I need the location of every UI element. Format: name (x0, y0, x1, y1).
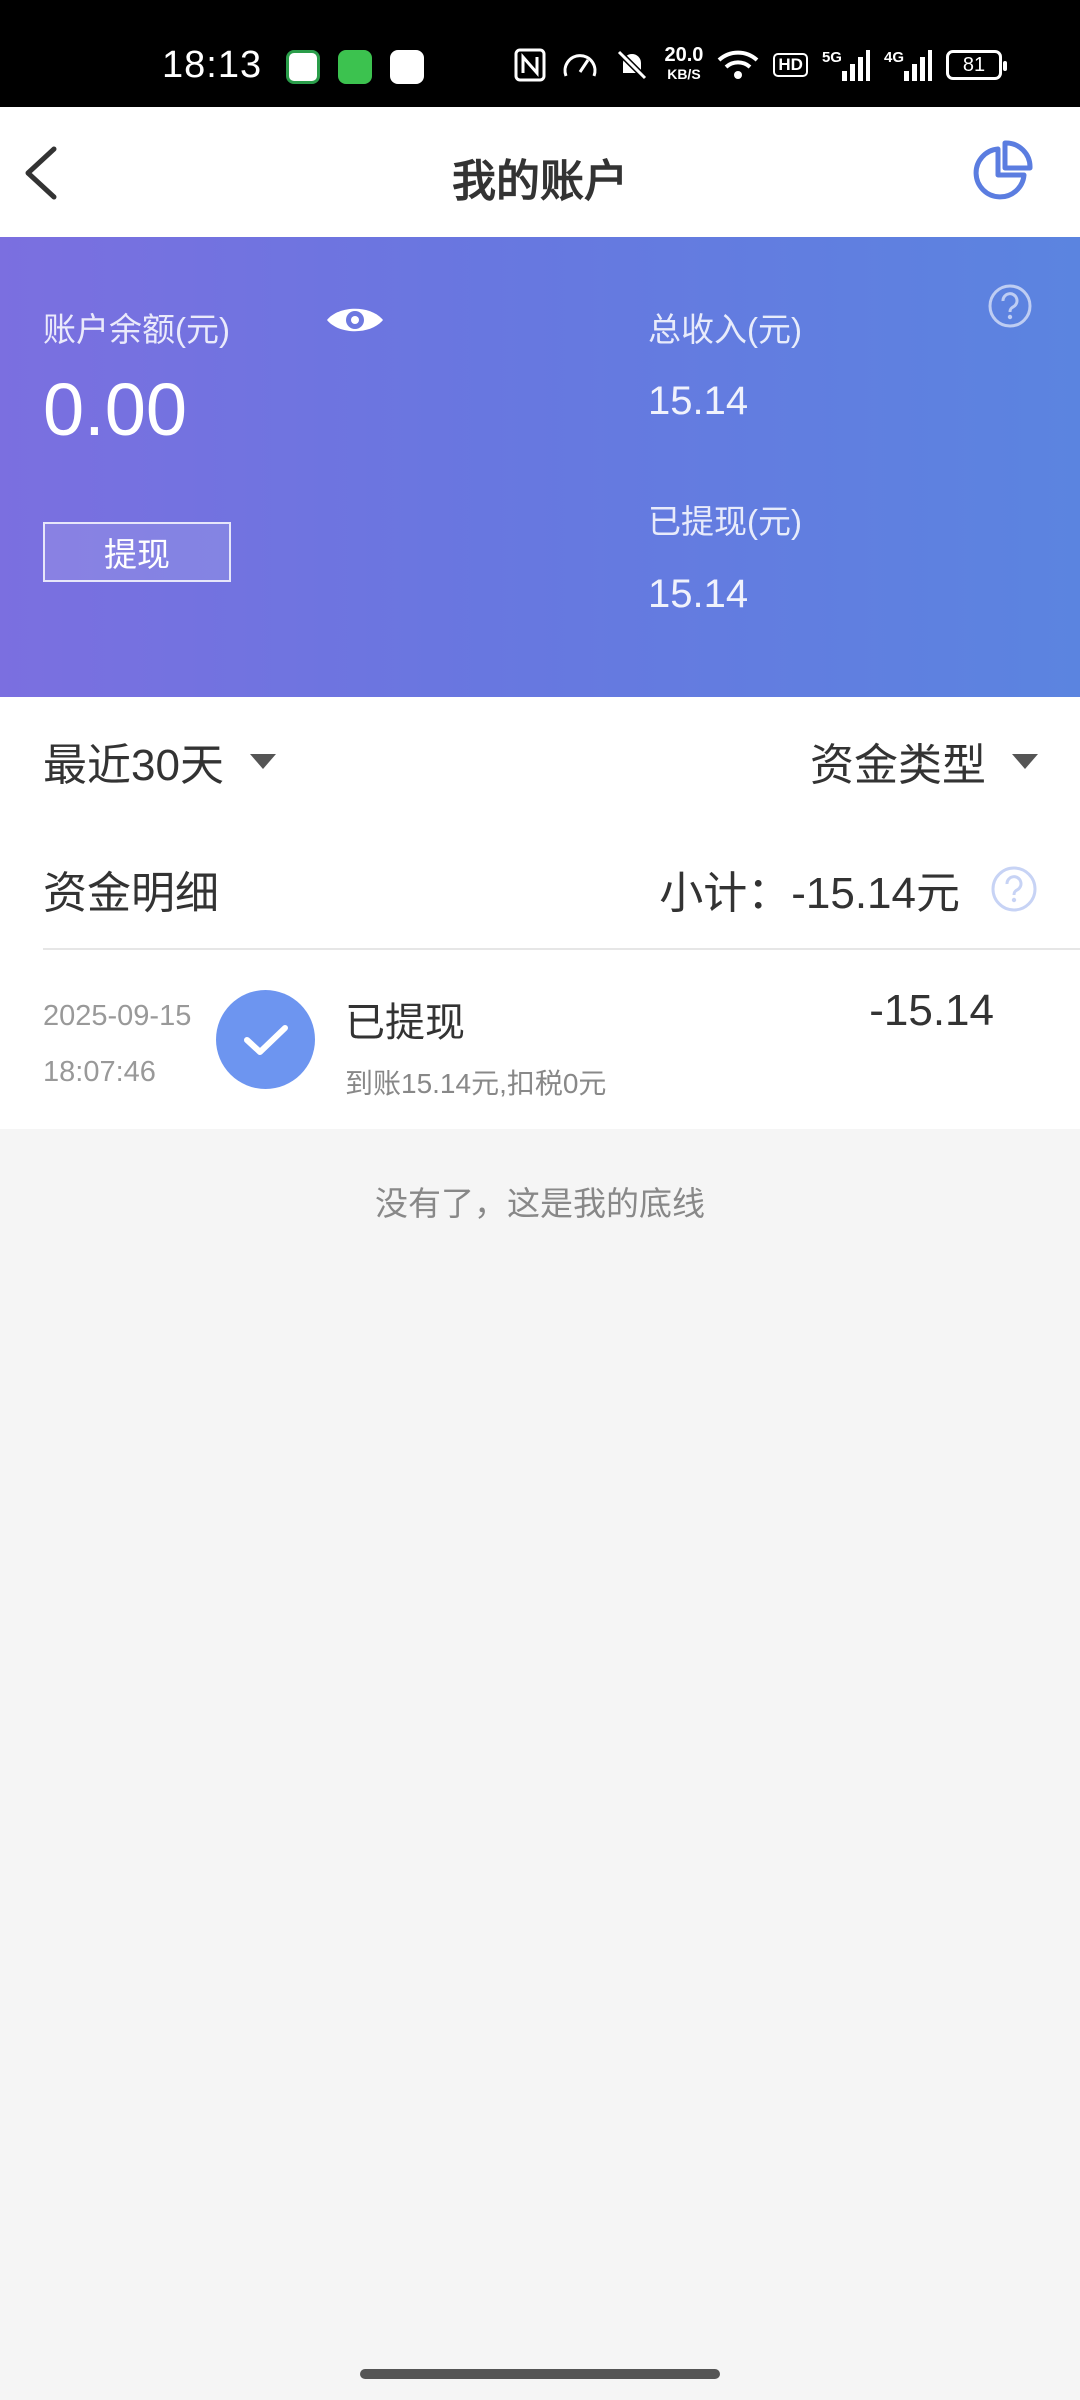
app-notification-icon (286, 50, 320, 84)
page-title: 我的账户 (452, 157, 628, 206)
home-indicator[interactable] (360, 2369, 720, 2379)
signal-4g: 4G (884, 49, 932, 81)
help-icon[interactable] (987, 283, 1033, 329)
signal-bars-icon (904, 50, 932, 81)
nav-bar: 我的账户 (0, 107, 1080, 237)
status-indicators: 20.0 KB/S HD 5G 4G 81 (514, 44, 1007, 84)
fund-detail-header: 资金明细 小计：-15.14元 (0, 827, 1080, 950)
withdrawn-label: 已提现(元) (648, 503, 802, 540)
transaction-datetime: 2025-09-15 18:07:46 (43, 988, 191, 1100)
filter-row: 最近30天 资金类型 (0, 697, 1080, 827)
status-time: 18:13 (162, 44, 263, 86)
fund-type-filter-label: 资金类型 (810, 741, 986, 790)
pie-chart-icon[interactable] (968, 139, 1034, 205)
transaction-row[interactable]: 2025-09-15 18:07:46 已提现 到账15.14元,扣税0元 -1… (0, 950, 1080, 1129)
network-speed-value: 20.0 (664, 44, 704, 66)
period-filter[interactable]: 最近30天 (43, 729, 276, 793)
blank-app-icon (390, 50, 424, 84)
network-speed: 20.0 KB/S (664, 44, 704, 84)
help-icon[interactable] (990, 865, 1038, 913)
message-app-icon (338, 50, 372, 84)
mute-bell-icon (617, 49, 648, 81)
transaction-amount: -15.14 (869, 986, 994, 1035)
total-income-value: 15.14 (648, 379, 749, 423)
transaction-time: 18:07:46 (43, 1056, 156, 1088)
withdraw-button[interactable]: 提现 (43, 522, 231, 582)
network-speed-unit: KB/S (667, 66, 701, 82)
signal-bars-icon (841, 50, 870, 81)
subtotal-text: 小计：-15.14元 (659, 869, 960, 918)
fund-type-filter[interactable]: 资金类型 (810, 729, 1038, 793)
status-bar: 18:13 20.0 KB/S HD 5G 4G 81 (0, 0, 1080, 107)
end-of-list-note: 没有了，这是我的底线 (375, 1185, 705, 1222)
signal-4g-label: 4G (883, 49, 904, 66)
total-income-label: 总收入(元) (648, 311, 802, 348)
speedometer-icon (563, 54, 597, 77)
caret-down-icon (1012, 753, 1038, 769)
withdrawn-value: 15.14 (648, 572, 749, 616)
balance-label: 账户余额(元) (43, 311, 230, 348)
period-filter-label: 最近30天 (43, 741, 224, 790)
account-summary-card: 账户余额(元) 0.00 提现 总收入(元) 15.14 已提现(元) 15.1… (0, 237, 1080, 697)
wifi-icon (718, 50, 759, 79)
nfc-icon (514, 48, 546, 82)
eye-icon[interactable] (325, 303, 385, 337)
battery-indicator: 81 (946, 50, 1007, 80)
caret-down-icon (249, 753, 276, 769)
balance-value: 0.00 (43, 368, 188, 451)
signal-5g-label: 5G (821, 49, 842, 66)
hd-badge: HD (773, 53, 808, 77)
transaction-date: 2025-09-15 (43, 1000, 192, 1032)
signal-5g: 5G (822, 49, 870, 81)
checkmark-icon (216, 990, 315, 1089)
transaction-note: 到账15.14元,扣税0元 (345, 1068, 607, 1099)
transaction-title: 已提现 (345, 1001, 465, 1045)
fund-detail-title: 资金明细 (43, 869, 219, 918)
